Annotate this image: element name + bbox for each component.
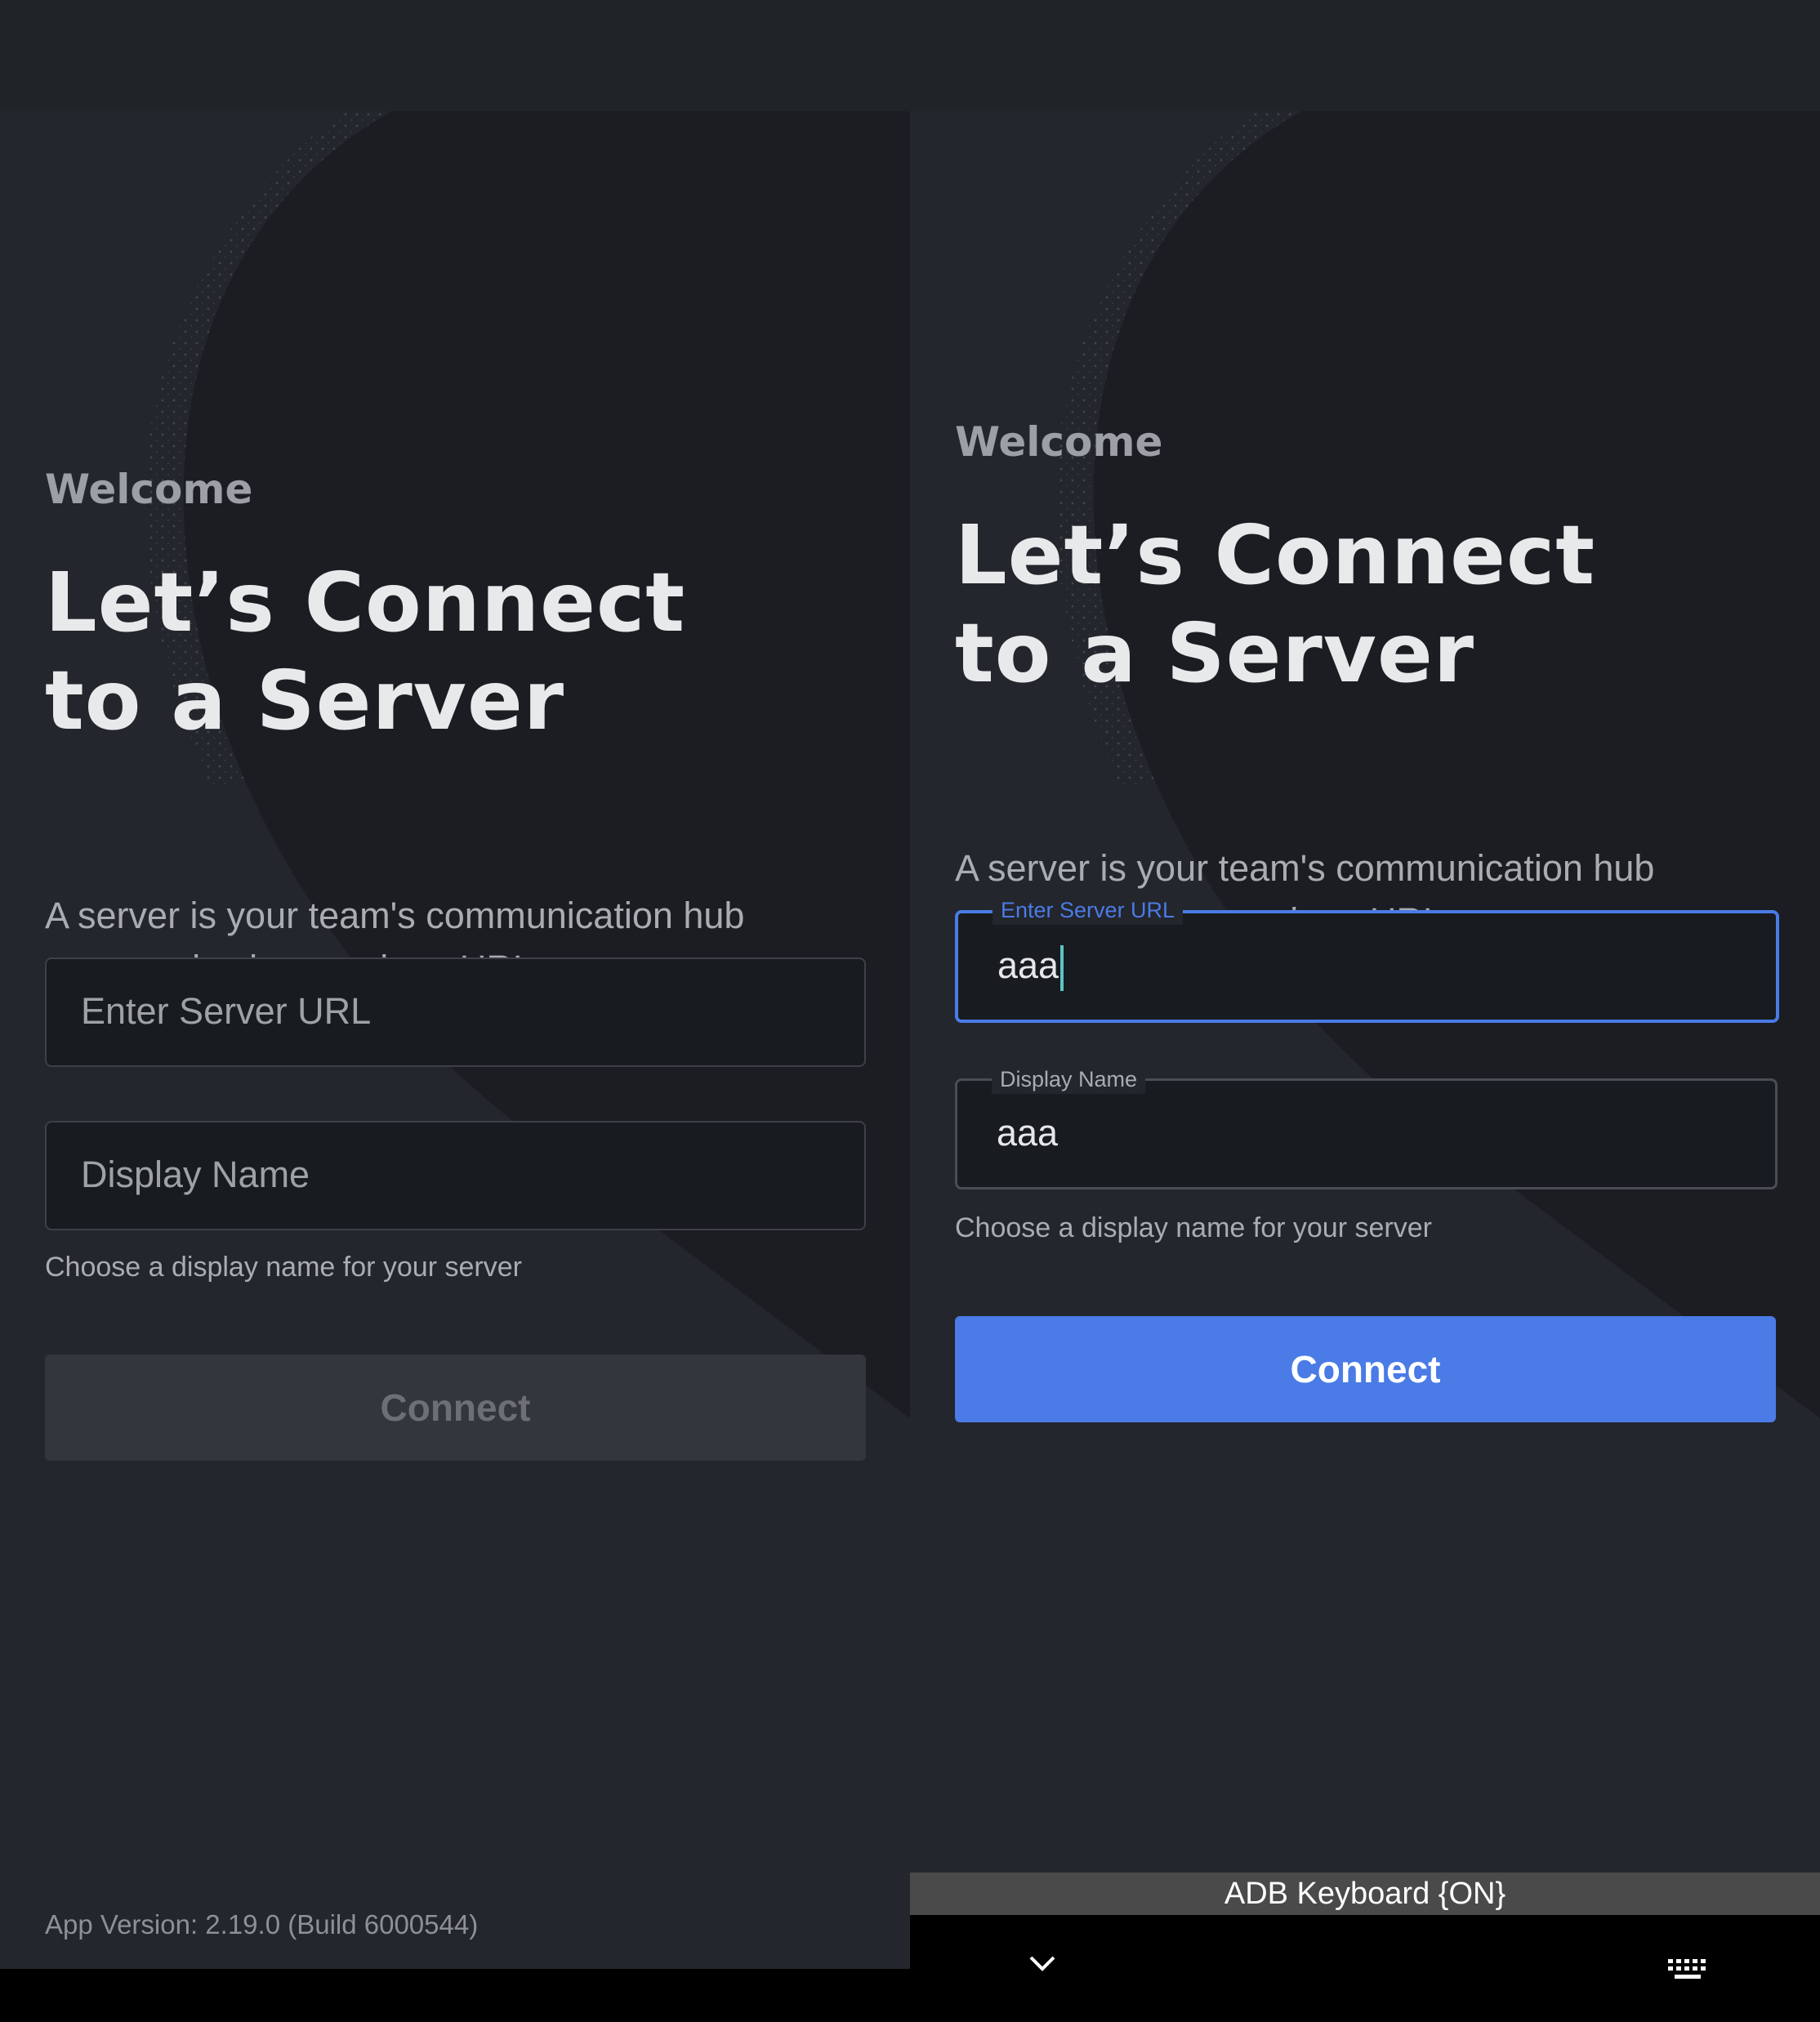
system-nav-bar [0,1969,910,2022]
subtitle-line1: A server is your team's communication hu… [45,895,745,936]
page-title-line1: Let’s Connect [45,555,686,650]
page-title: Let’s Connect to a Server [955,507,1595,703]
display-name-input[interactable]: Display Name [45,1121,866,1230]
welcome-label: Welcome [45,466,253,513]
server-url-text: aaa [997,944,1059,986]
display-name-value: aaa [997,1112,1059,1154]
chevron-down-icon[interactable] [1028,1954,1057,1974]
connect-button[interactable]: Connect [955,1316,1776,1422]
display-name-placeholder: Display Name [81,1154,310,1195]
page-title-line1: Let’s Connect [955,507,1596,603]
display-name-label: Display Name [992,1065,1146,1094]
display-name-input[interactable]: Display Name aaa [955,1065,1778,1190]
server-url-value: aaa [997,944,1064,992]
status-bar [0,0,1820,111]
display-name-hint: Choose a display name for your server [45,1252,522,1283]
connect-screen-filled: Welcome Let’s Connect to a Server A serv… [910,111,1820,1872]
connect-form: Welcome Let’s Connect to a Server A serv… [955,111,1779,1872]
connect-screen-empty: Welcome Let’s Connect to a Server A serv… [0,111,910,1969]
welcome-label: Welcome [955,418,1163,466]
app-version: App Version: 2.19.0 (Build 6000544) [45,1909,479,1939]
keyboard-icon[interactable] [1666,1957,1709,1982]
subtitle-line1: A server is your team's communication hu… [955,847,1655,889]
connect-button[interactable]: Connect [45,1355,866,1461]
server-url-input[interactable]: Enter Server URL [45,957,866,1067]
server-url-input[interactable]: Enter Server URL aaa [955,895,1779,1023]
page-title-line2: to a Server [45,653,565,748]
keyboard-status-bar: ADB Keyboard {ON} [910,1872,1820,1915]
display-name-hint: Choose a display name for your server [955,1212,1432,1243]
page-title: Let’s Connect to a Server [45,554,685,750]
connect-form: Welcome Let’s Connect to a Server A serv… [45,111,866,1969]
server-url-label: Enter Server URL [993,895,1184,925]
page-title-line2: to a Server [955,605,1475,701]
text-caret [1060,945,1064,992]
server-url-placeholder: Enter Server URL [81,990,372,1032]
